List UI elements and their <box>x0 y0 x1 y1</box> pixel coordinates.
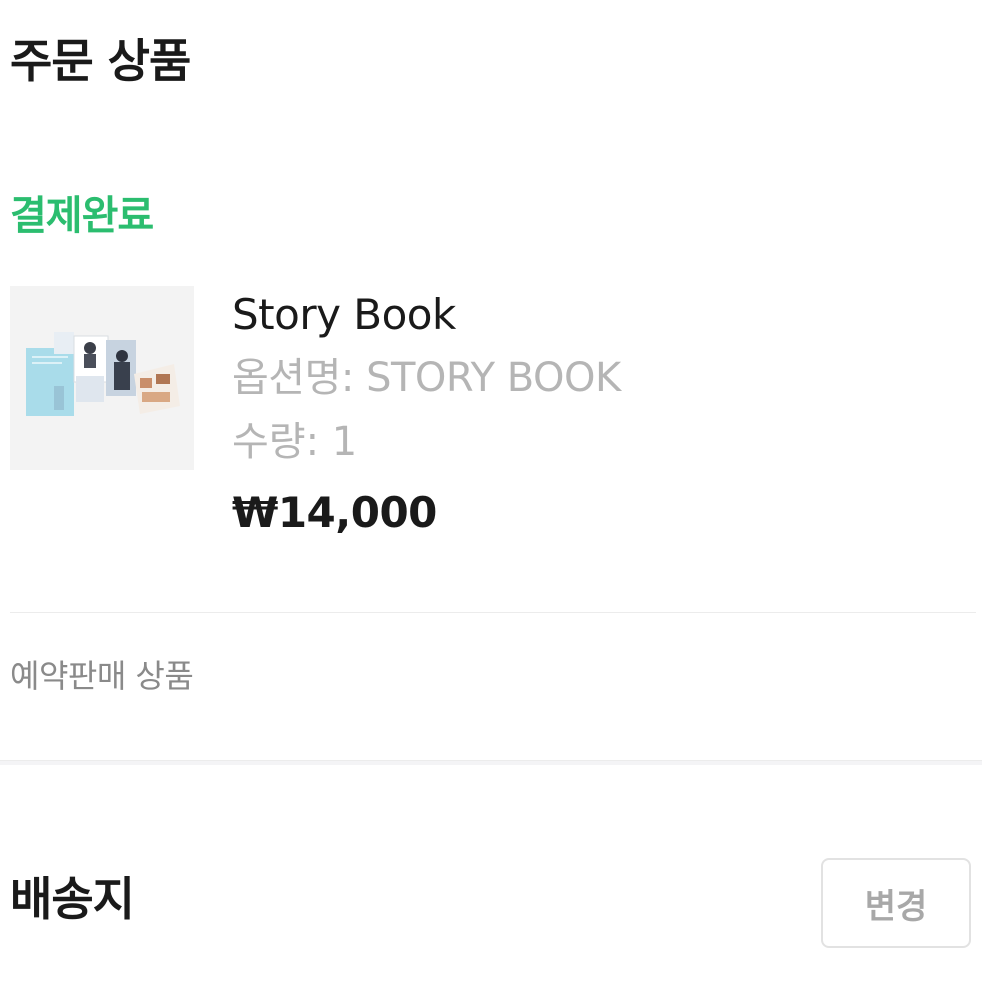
order-detail-page: 주문 상품 결제완료 Story Book 옵션명: STORY BOOK 수량… <box>0 0 982 982</box>
shipping-address-title: 배송지 <box>10 872 135 926</box>
section-separator-band <box>0 760 982 765</box>
order-products-title: 주문 상품 <box>10 34 191 88</box>
product-price: ₩14,000 <box>232 488 437 537</box>
section-divider <box>10 612 976 613</box>
product-name[interactable]: Story Book <box>232 294 621 336</box>
payment-status: 결제완료 <box>10 193 154 239</box>
book-thumbnail-image <box>10 286 194 470</box>
product-info: Story Book 옵션명: STORY BOOK 수량: 1 ₩14,000 <box>232 294 621 534</box>
product-quantity: 수량: 1 <box>232 419 358 465</box>
product-option: 옵션명: STORY BOOK <box>232 355 621 401</box>
change-address-button[interactable]: 변경 <box>821 858 971 948</box>
preorder-notice: 예약판매 상품 <box>10 657 194 695</box>
product-thumbnail[interactable] <box>10 286 194 470</box>
